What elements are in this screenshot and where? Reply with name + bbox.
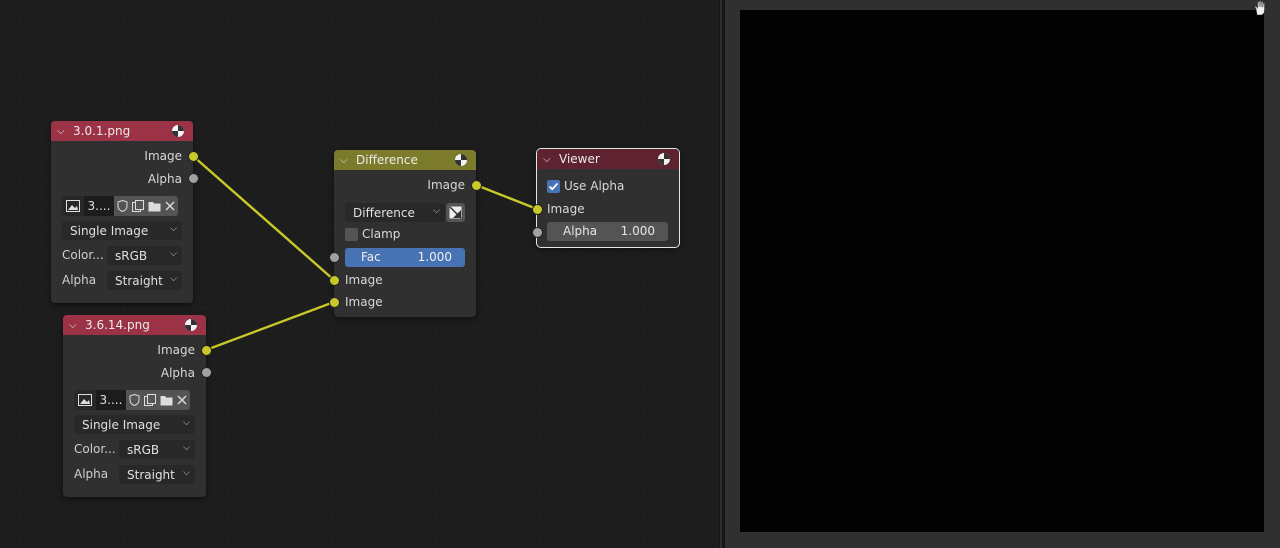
folder-icon[interactable] [146, 196, 162, 216]
node-title: Difference [356, 153, 418, 167]
use-alpha-label: Use Alpha [564, 179, 625, 193]
globe-preview-icon[interactable] [171, 124, 185, 138]
chevron-down-icon[interactable]: ⌵ [340, 155, 352, 166]
image-browse-icon[interactable] [62, 196, 84, 216]
alpha-mode-label: Alpha [62, 273, 97, 287]
chevron-down-icon: ⌵ [170, 274, 177, 284]
socket-difference-image-out[interactable] [472, 181, 481, 190]
fac-label: Fac [361, 250, 381, 264]
socket-image2-image-out[interactable] [202, 346, 211, 355]
node-title: 3.0.1.png [73, 124, 131, 138]
globe-preview-icon[interactable] [657, 152, 671, 166]
image-browse-icon[interactable] [74, 390, 96, 410]
duplicate-icon[interactable] [142, 390, 158, 410]
chevron-down-icon: ⌵ [183, 443, 190, 453]
alpha-mode-dropdown[interactable]: Straight ⌵ [107, 271, 182, 290]
socket-difference-image2-in[interactable] [330, 298, 339, 307]
globe-preview-icon[interactable] [454, 153, 468, 167]
input-image1-label: Image [345, 273, 383, 287]
hand-pan-icon[interactable] [1252, 0, 1270, 16]
close-icon[interactable] [174, 390, 190, 410]
image-node-1-header[interactable]: ⌵ 3.0.1.png [51, 121, 193, 141]
source-dropdown[interactable]: Single Image ⌵ [62, 221, 182, 240]
close-icon[interactable] [162, 196, 178, 216]
color-space-label: Color... [62, 248, 104, 262]
alpha-label: Alpha [563, 224, 598, 238]
node-title: 3.6.14.png [85, 318, 150, 332]
fac-value: 1.000 [417, 250, 452, 264]
alpha-mode-dropdown[interactable]: Straight ⌵ [119, 465, 195, 484]
chevron-down-icon[interactable]: ⌵ [543, 154, 555, 165]
output-image-label: Image [157, 343, 195, 357]
use-alpha-checkbox[interactable] [547, 180, 560, 193]
chevron-down-icon: ⌵ [183, 418, 190, 428]
socket-image1-alpha-out[interactable] [189, 174, 198, 183]
difference-node[interactable]: ⌵ Difference Image Difference ⌵ Clamp Fac… [334, 150, 476, 317]
socket-viewer-image-in[interactable] [533, 205, 542, 214]
socket-image1-image-out[interactable] [189, 152, 198, 161]
image-node-2-header[interactable]: ⌵ 3.6.14.png [63, 315, 206, 335]
globe-preview-icon[interactable] [184, 318, 198, 332]
viewer-node[interactable]: ⌵ Viewer Use Alpha Image Alpha 1.000 [536, 148, 680, 248]
node-title: Viewer [559, 152, 600, 166]
input-image2-label: Image [345, 295, 383, 309]
difference-node-header[interactable]: ⌵ Difference [334, 150, 476, 170]
viewer-node-header[interactable]: ⌵ Viewer [537, 149, 679, 169]
clamp-label: Clamp [362, 227, 401, 241]
use-alpha-toggle-icon[interactable] [446, 203, 465, 222]
input-image-label: Image [547, 202, 585, 216]
color-space-dropdown[interactable]: sRGB ⌵ [107, 246, 182, 265]
image-node-1[interactable]: ⌵ 3.0.1.png Image Alpha 3.... Single Ima… [51, 121, 193, 303]
output-image-label: Image [427, 178, 465, 192]
alpha-mode-label: Alpha [74, 467, 109, 481]
folder-icon[interactable] [158, 390, 174, 410]
socket-difference-fac-in[interactable] [330, 253, 339, 262]
blend-mode-dropdown[interactable]: Difference ⌵ [345, 203, 445, 222]
image-name-field[interactable]: 3.... [84, 196, 114, 216]
chevron-down-icon: ⌵ [170, 249, 177, 259]
image-selector[interactable]: 3.... [74, 390, 190, 410]
fake-user-shield-icon[interactable] [126, 390, 142, 410]
alpha-value-field[interactable]: Alpha 1.000 [547, 222, 668, 241]
socket-viewer-alpha-in[interactable] [533, 228, 542, 237]
chevron-down-icon[interactable]: ⌵ [57, 126, 69, 137]
fake-user-shield-icon[interactable] [114, 196, 130, 216]
clamp-checkbox[interactable] [345, 228, 358, 241]
socket-image2-alpha-out[interactable] [202, 368, 211, 377]
use-alpha-check-icon [548, 182, 559, 191]
image-node-2[interactable]: ⌵ 3.6.14.png Image Alpha 3.... Single Im… [63, 315, 206, 497]
output-alpha-label: Alpha [160, 366, 195, 380]
image-selector[interactable]: 3.... [62, 196, 178, 216]
chevron-down-icon: ⌵ [433, 206, 440, 216]
socket-difference-image1-in[interactable] [330, 276, 339, 285]
viewer-backdrop-image [740, 10, 1264, 532]
color-space-dropdown[interactable]: sRGB ⌵ [119, 440, 195, 459]
alpha-value: 1.000 [620, 224, 655, 238]
image-name-field[interactable]: 3.... [96, 390, 126, 410]
chevron-down-icon: ⌵ [170, 224, 177, 234]
fac-slider[interactable]: Fac 1.000 [345, 248, 465, 267]
output-image-label: Image [144, 149, 182, 163]
source-dropdown[interactable]: Single Image ⌵ [74, 415, 195, 434]
duplicate-icon[interactable] [130, 196, 146, 216]
chevron-down-icon: ⌵ [183, 468, 190, 478]
output-alpha-label: Alpha [147, 172, 182, 186]
color-space-label: Color... [74, 442, 116, 456]
chevron-down-icon[interactable]: ⌵ [69, 320, 81, 331]
